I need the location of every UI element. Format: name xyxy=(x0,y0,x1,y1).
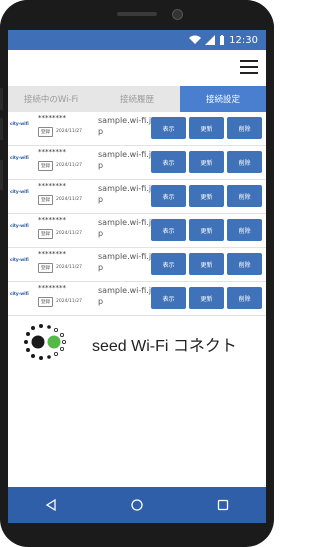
battery-icon xyxy=(220,35,225,45)
view-button[interactable]: 表示 xyxy=(151,219,186,241)
clock: 12:30 xyxy=(229,34,258,46)
home-icon[interactable] xyxy=(130,498,144,512)
tab-connection-history[interactable]: 接続履歴 xyxy=(94,86,180,112)
row-actions: 表示 更新 削除 xyxy=(151,185,262,207)
host-domain: sample.wi-fi.jp xyxy=(98,150,152,170)
delete-button[interactable]: 削除 xyxy=(227,219,262,241)
view-button[interactable]: 表示 xyxy=(151,117,186,139)
row-actions: 表示 更新 削除 xyxy=(151,117,262,139)
wifi-row: city-wifi ******** 登録 2024/11/27 sample.… xyxy=(8,112,266,146)
ssid-masked: ******** xyxy=(38,182,66,190)
registered-badge: 登録 xyxy=(38,195,53,205)
tab-connection-settings[interactable]: 接続設定 xyxy=(180,86,266,112)
volume-up-button[interactable] xyxy=(0,88,3,110)
update-button[interactable]: 更新 xyxy=(189,253,224,275)
phone-frame: 12:30 接続中のWi-Fi 接続履歴 接続設定 city-wifi ****… xyxy=(0,0,274,547)
wifi-row: city-wifi ******** 登録 2024/11/27 sample.… xyxy=(8,282,266,316)
registered-badge: 登録 xyxy=(38,161,53,171)
row-actions: 表示 更新 削除 xyxy=(151,253,262,275)
android-nav-bar xyxy=(8,487,266,523)
ssid-masked: ******** xyxy=(38,148,66,156)
update-button[interactable]: 更新 xyxy=(189,151,224,173)
delete-button[interactable]: 削除 xyxy=(227,185,262,207)
wifi-provider-logo-icon: city-wifi xyxy=(10,122,29,127)
delete-button[interactable]: 削除 xyxy=(227,151,262,173)
registered-date: 2024/11/27 xyxy=(56,163,82,168)
update-button[interactable]: 更新 xyxy=(189,185,224,207)
wifi-row: city-wifi ******** 登録 2024/11/27 sample.… xyxy=(8,180,266,214)
view-button[interactable]: 表示 xyxy=(151,151,186,173)
host-domain: sample.wi-fi.jp xyxy=(98,286,152,306)
registered-badge: 登録 xyxy=(38,297,53,307)
row-actions: 表示 更新 削除 xyxy=(151,219,262,241)
volume-down-button[interactable] xyxy=(0,118,3,140)
wifi-row: city-wifi ******** 登録 2024/11/27 sample.… xyxy=(8,214,266,248)
view-button[interactable]: 表示 xyxy=(151,253,186,275)
registered-date: 2024/11/27 xyxy=(56,265,82,270)
speaker-grille xyxy=(117,12,157,16)
update-button[interactable]: 更新 xyxy=(189,219,224,241)
host-domain: sample.wi-fi.jp xyxy=(98,184,152,204)
back-icon[interactable] xyxy=(44,498,58,512)
wifi-provider-logo-icon: city-wifi xyxy=(10,258,29,263)
row-actions: 表示 更新 削除 xyxy=(151,287,262,309)
wifi-provider-logo-icon: city-wifi xyxy=(10,292,29,297)
ssid-masked: ******** xyxy=(38,250,66,258)
wifi-icon xyxy=(189,35,202,44)
status-bar: 12:30 xyxy=(8,30,266,50)
delete-button[interactable]: 削除 xyxy=(227,117,262,139)
seed-logo-icon xyxy=(24,324,67,360)
screen: 12:30 接続中のWi-Fi 接続履歴 接続設定 city-wifi ****… xyxy=(8,30,266,518)
registered-date: 2024/11/27 xyxy=(56,129,82,134)
view-button[interactable]: 表示 xyxy=(151,287,186,309)
host-domain: sample.wi-fi.jp xyxy=(98,252,152,272)
view-button[interactable]: 表示 xyxy=(151,185,186,207)
wifi-settings-list: city-wifi ******** 登録 2024/11/27 sample.… xyxy=(8,112,266,316)
tab-connected-wifi[interactable]: 接続中のWi-Fi xyxy=(8,86,94,112)
tab-bar: 接続中のWi-Fi 接続履歴 接続設定 xyxy=(8,86,266,112)
registered-date: 2024/11/27 xyxy=(56,231,82,236)
delete-button[interactable]: 削除 xyxy=(227,253,262,275)
wifi-row: city-wifi ******** 登録 2024/11/27 sample.… xyxy=(8,146,266,180)
host-domain: sample.wi-fi.jp xyxy=(98,218,152,238)
registered-badge: 登録 xyxy=(38,229,53,239)
delete-button[interactable]: 削除 xyxy=(227,287,262,309)
ssid-masked: ******** xyxy=(38,284,66,292)
menu-icon[interactable] xyxy=(240,60,258,74)
app-header xyxy=(8,50,266,86)
wifi-provider-logo-icon: city-wifi xyxy=(10,190,29,195)
row-actions: 表示 更新 削除 xyxy=(151,151,262,173)
update-button[interactable]: 更新 xyxy=(189,117,224,139)
host-domain: sample.wi-fi.jp xyxy=(98,116,152,136)
brand-name: seed Wi-Fi コネクト xyxy=(92,338,237,355)
signal-icon xyxy=(205,35,216,45)
ssid-masked: ******** xyxy=(38,114,66,122)
registered-date: 2024/11/27 xyxy=(56,299,82,304)
wifi-provider-logo-icon: city-wifi xyxy=(10,224,29,229)
brand-footer: seed Wi-Fi コネクト xyxy=(8,318,266,368)
power-button[interactable] xyxy=(0,160,3,190)
wifi-provider-logo-icon: city-wifi xyxy=(10,156,29,161)
update-button[interactable]: 更新 xyxy=(189,287,224,309)
phone-top-bezel xyxy=(0,0,274,30)
ssid-masked: ******** xyxy=(38,216,66,224)
recents-icon[interactable] xyxy=(216,498,230,512)
front-camera xyxy=(172,9,183,20)
wifi-row: city-wifi ******** 登録 2024/11/27 sample.… xyxy=(8,248,266,282)
registered-date: 2024/11/27 xyxy=(56,197,82,202)
registered-badge: 登録 xyxy=(38,263,53,273)
registered-badge: 登録 xyxy=(38,127,53,137)
